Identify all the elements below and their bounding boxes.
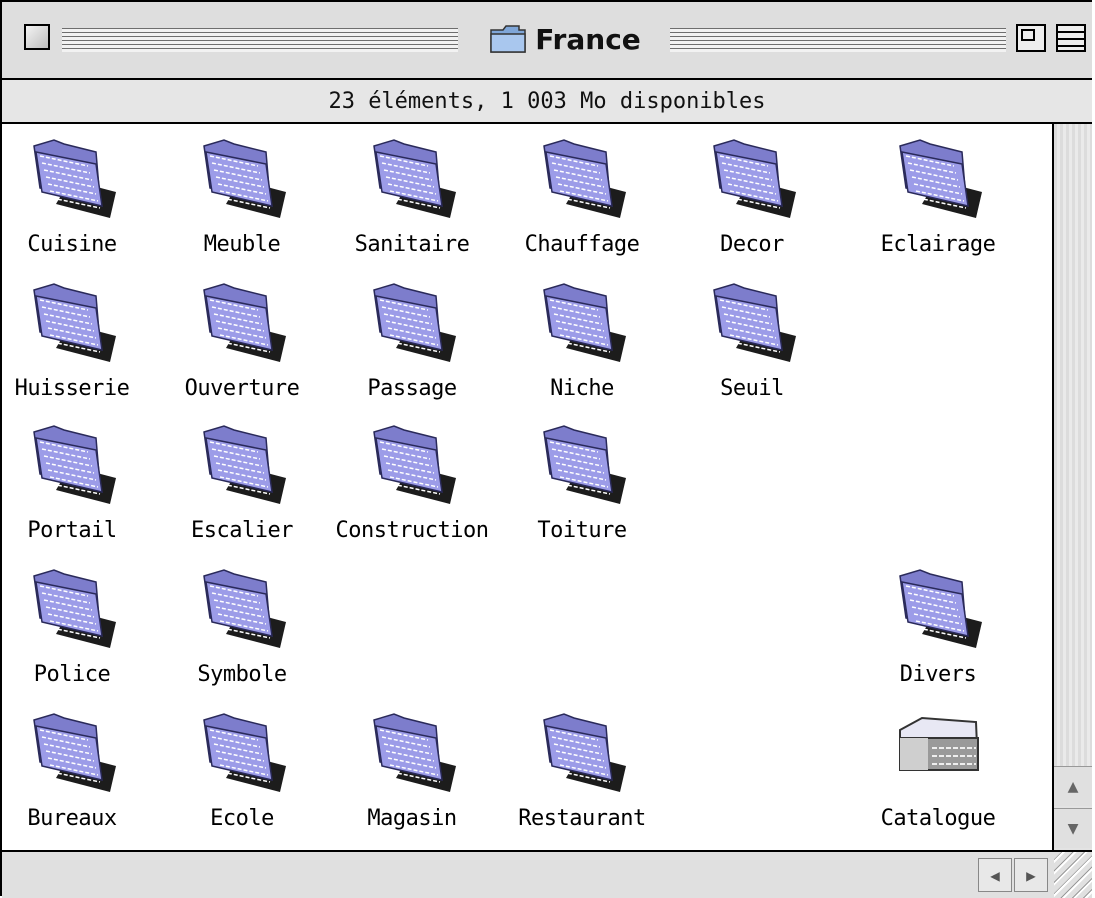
vertical-scrollbar[interactable]: ▲ ▼ — [1054, 124, 1092, 850]
folder-icon — [366, 420, 458, 510]
folder-item-eclairage[interactable]: Eclairage — [853, 134, 1023, 264]
title-stripes-left — [62, 28, 458, 52]
folder-label: Ecole — [210, 806, 274, 831]
folder-icon — [196, 278, 288, 368]
folder-icon — [706, 134, 798, 224]
folder-icon — [196, 564, 288, 654]
folder-icon — [536, 420, 628, 510]
folder-label: Passage — [367, 376, 457, 401]
folder-label: Toiture — [537, 518, 627, 543]
folder-label: Construction — [335, 518, 489, 543]
scroll-right-button[interactable]: ▶ — [1014, 858, 1048, 892]
window-title: France — [535, 22, 641, 56]
folder-label: Symbole — [197, 662, 287, 687]
folder-icon — [366, 708, 458, 798]
scroll-down-button[interactable]: ▼ — [1054, 808, 1092, 848]
folder-item-magasin[interactable]: Magasin — [327, 708, 497, 838]
folder-icon — [26, 278, 118, 368]
folder-item-passage[interactable]: Passage — [327, 278, 497, 408]
folder-item-seuil[interactable]: Seuil — [667, 278, 837, 408]
title-bar[interactable]: France — [2, 2, 1092, 78]
folder-item-escalier[interactable]: Escalier — [157, 420, 327, 550]
folder-label: Escalier — [191, 518, 293, 543]
folder-item-ecole[interactable]: Ecole — [157, 708, 327, 838]
arrow-left-icon: ◀ — [990, 865, 1000, 885]
folder-label: Decor — [720, 232, 784, 257]
collapse-box-button[interactable] — [1056, 24, 1086, 52]
finder-window: France 23 éléments, 1 003 Mo disponibles… — [0, 0, 1092, 898]
folder-item-huisserie[interactable]: Huisserie — [2, 278, 157, 408]
folder-item-construction[interactable]: Construction — [327, 420, 497, 550]
folder-icon — [536, 708, 628, 798]
folder-icon — [196, 134, 288, 224]
folder-item-sanitaire[interactable]: Sanitaire — [327, 134, 497, 264]
horizontal-scrollbar[interactable]: ◀ ▶ — [2, 850, 1092, 898]
folder-icon — [26, 564, 118, 654]
folder-icon — [892, 134, 984, 224]
folder-icon — [366, 134, 458, 224]
folder-content-area[interactable]: Cuisine Meuble Sanitaire Chauffage Decor… — [2, 124, 1054, 850]
folder-label: Seuil — [720, 376, 784, 401]
folder-label: Restaurant — [518, 806, 646, 831]
folder-item-toiture[interactable]: Toiture — [497, 420, 667, 550]
folder-label: Ouverture — [184, 376, 300, 401]
folder-item-decor[interactable]: Decor — [667, 134, 837, 264]
scroll-left-button[interactable]: ◀ — [978, 858, 1012, 892]
folder-label: Magasin — [367, 806, 457, 831]
folder-label: Police — [33, 662, 111, 687]
folder-item-bureaux[interactable]: Bureaux — [2, 708, 157, 838]
scroll-up-button[interactable]: ▲ — [1054, 766, 1092, 806]
folder-label: Niche — [550, 376, 614, 401]
vertical-scroll-track[interactable] — [1054, 124, 1092, 766]
folder-icon — [196, 420, 288, 510]
folder-item-portail[interactable]: Portail — [2, 420, 157, 550]
folder-item-niche[interactable]: Niche — [497, 278, 667, 408]
catalog-icon — [892, 708, 984, 798]
close-box-button[interactable] — [24, 24, 50, 50]
arrow-up-icon: ▲ — [1067, 776, 1079, 797]
info-bar: 23 éléments, 1 003 Mo disponibles — [2, 78, 1092, 124]
folder-icon — [26, 708, 118, 798]
title-stripes-right — [670, 28, 1006, 52]
folder-label: Chauffage — [524, 232, 640, 257]
zoom-box-button[interactable] — [1016, 24, 1046, 52]
folder-label: Cuisine — [27, 232, 117, 257]
folder-item-restaurant[interactable]: Restaurant — [497, 708, 667, 838]
folder-label: Huisserie — [14, 376, 130, 401]
folder-item-cuisine[interactable]: Cuisine — [2, 134, 157, 264]
folder-item-ouverture[interactable]: Ouverture — [157, 278, 327, 408]
folder-icon — [26, 420, 118, 510]
folder-label: Portail — [27, 518, 117, 543]
folder-label: Divers — [899, 662, 977, 687]
items-available-text: 23 éléments, 1 003 Mo disponibles — [328, 88, 766, 114]
folder-label: Sanitaire — [354, 232, 470, 257]
folder-item-chauffage[interactable]: Chauffage — [497, 134, 667, 264]
folder-item-divers[interactable]: Divers — [853, 564, 1023, 694]
folder-item-meuble[interactable]: Meuble — [157, 134, 327, 264]
folder-icon — [490, 25, 526, 53]
folder-item-police[interactable]: Police — [2, 564, 157, 694]
folder-icon — [26, 134, 118, 224]
folder-item-symbole[interactable]: Symbole — [157, 564, 327, 694]
folder-label: Bureaux — [27, 806, 117, 831]
folder-label: Meuble — [203, 232, 281, 257]
folder-item-catalogue[interactable]: Catalogue — [853, 708, 1023, 838]
folder-icon — [536, 134, 628, 224]
folder-label: Eclairage — [880, 232, 996, 257]
window-title-group: France — [470, 16, 660, 62]
folder-icon — [536, 278, 628, 368]
folder-label: Catalogue — [880, 806, 996, 831]
folder-icon — [196, 708, 288, 798]
folder-icon — [706, 278, 798, 368]
resize-grow-box[interactable] — [1054, 852, 1092, 898]
folder-icon — [366, 278, 458, 368]
folder-icon — [892, 564, 984, 654]
arrow-right-icon: ▶ — [1026, 865, 1036, 885]
arrow-down-icon: ▼ — [1067, 818, 1079, 839]
